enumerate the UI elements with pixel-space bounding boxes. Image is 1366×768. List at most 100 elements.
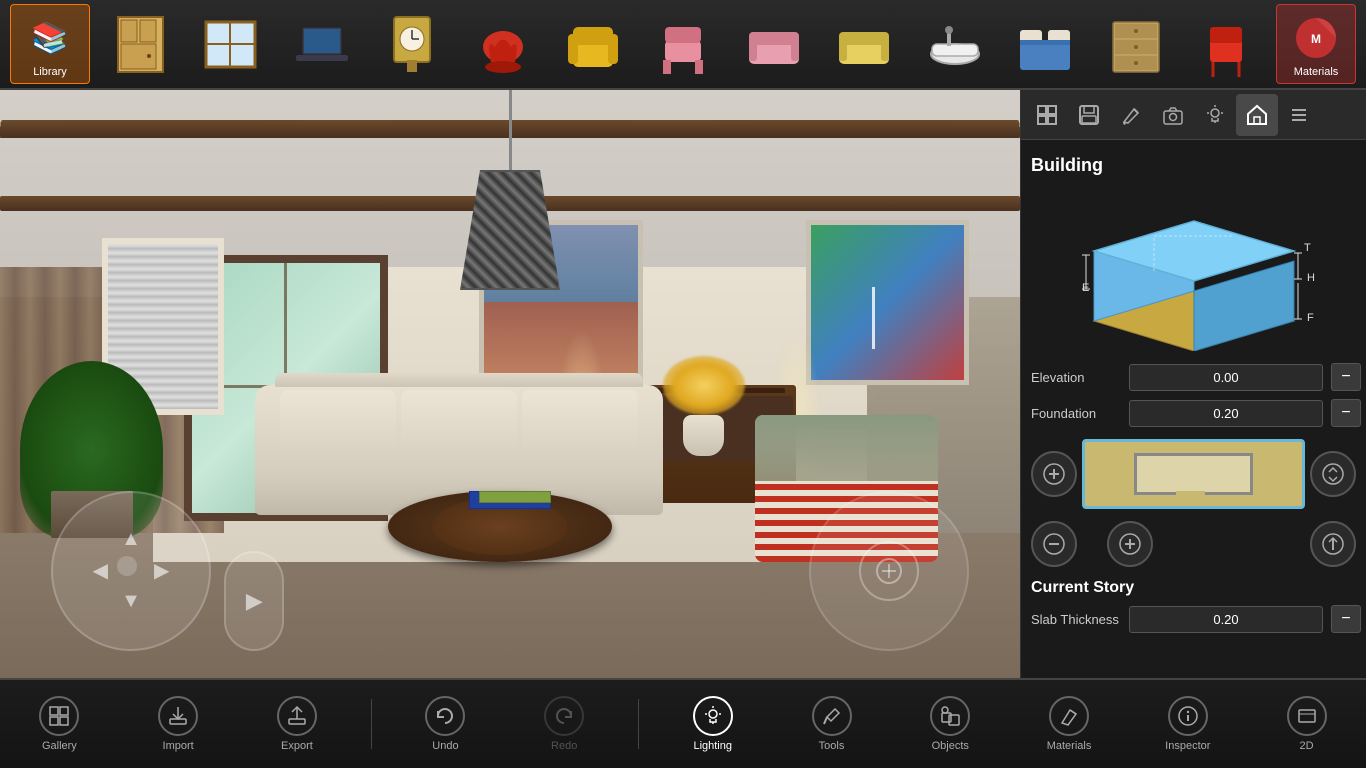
- tools-icon: [812, 696, 852, 736]
- furniture-bed[interactable]: [1010, 9, 1080, 79]
- import-label: Import: [163, 740, 194, 752]
- lighting-button[interactable]: Lighting: [668, 684, 758, 764]
- book2-on-table: [479, 491, 550, 503]
- foundation-row: Foundation − +: [1031, 399, 1356, 427]
- elevation-input[interactable]: [1129, 364, 1323, 391]
- svg-text:H: H: [1307, 272, 1315, 284]
- nav-down-arrow[interactable]: ▼: [117, 587, 146, 616]
- svg-text:F: F: [1307, 312, 1314, 324]
- tool-home[interactable]: [1236, 94, 1278, 136]
- gallery-button[interactable]: Gallery: [14, 684, 104, 764]
- building-diagram-svg: T H E F: [1054, 191, 1334, 351]
- furniture-strip: [90, 9, 1276, 79]
- furniture-laptop[interactable]: [286, 9, 356, 79]
- library-label: Library: [33, 66, 67, 78]
- tool-list[interactable]: [1278, 94, 1320, 136]
- action-buttons-row: [1031, 439, 1356, 509]
- top-bar: 📚 Library: [0, 0, 1366, 90]
- furniture-sofa-yellow[interactable]: [829, 9, 899, 79]
- flowers-vase: [663, 356, 745, 415]
- inspector-button[interactable]: Inspector: [1143, 684, 1233, 764]
- svg-text:M: M: [1311, 32, 1321, 46]
- tool-paint[interactable]: [1110, 94, 1152, 136]
- export-icon: [277, 696, 317, 736]
- undo-icon: [425, 696, 465, 736]
- slab-thickness-row: Slab Thickness − +: [1031, 605, 1356, 633]
- materials-bottom-label: Materials: [1047, 740, 1092, 752]
- separator-2: [638, 699, 639, 749]
- foundation-input[interactable]: [1129, 400, 1323, 427]
- nav-right-arrow[interactable]: ▶: [147, 556, 176, 585]
- elevation-label: Elevation: [1031, 370, 1121, 385]
- slab-thickness-label: Slab Thickness: [1031, 612, 1121, 627]
- tools-button[interactable]: Tools: [787, 684, 877, 764]
- slab-thickness-input[interactable]: [1129, 606, 1323, 633]
- delete-story-button[interactable]: [1310, 521, 1356, 567]
- redo-label: Redo: [551, 740, 577, 752]
- tools-label: Tools: [819, 740, 845, 752]
- furniture-armchair-yellow[interactable]: [557, 9, 627, 79]
- add-story-below-button[interactable]: [1107, 521, 1153, 567]
- objects-icon: [930, 696, 970, 736]
- tool-build[interactable]: [1026, 94, 1068, 136]
- import-button[interactable]: Import: [133, 684, 223, 764]
- objects-button[interactable]: Objects: [905, 684, 995, 764]
- furniture-chair-red2[interactable]: [1191, 9, 1261, 79]
- tool-save[interactable]: [1068, 94, 1110, 136]
- lighting-icon: [693, 696, 733, 736]
- viewport[interactable]: ▲ ◀ ▶ ▼ ▶: [0, 90, 1020, 680]
- tool-icons-bar: [1021, 90, 1366, 140]
- separator-1: [371, 699, 372, 749]
- export-button[interactable]: Export: [252, 684, 342, 764]
- slab-thickness-minus-button[interactable]: −: [1331, 605, 1361, 633]
- svg-text:T: T: [1304, 242, 1311, 254]
- tool-camera[interactable]: [1152, 94, 1194, 136]
- furniture-chair-red[interactable]: [467, 9, 537, 79]
- pendant-lamp: [460, 90, 560, 290]
- tool-light[interactable]: [1194, 94, 1236, 136]
- furniture-bathtub[interactable]: [919, 9, 989, 79]
- materials-bottom-button[interactable]: Materials: [1024, 684, 1114, 764]
- foundation-label: Foundation: [1031, 406, 1121, 421]
- floor-plan-preview: [1082, 439, 1305, 509]
- furniture-clock[interactable]: [377, 9, 447, 79]
- lighting-label: Lighting: [693, 740, 732, 752]
- furniture-chair-pink[interactable]: [648, 9, 718, 79]
- elevation-minus-button[interactable]: −: [1331, 363, 1361, 391]
- import-icon: [158, 696, 198, 736]
- nav-joystick-left[interactable]: ▲ ◀ ▶ ▼: [51, 491, 211, 651]
- move-story-down-button[interactable]: [1031, 521, 1077, 567]
- objects-label: Objects: [932, 740, 969, 752]
- furniture-dresser-top[interactable]: [1100, 9, 1170, 79]
- materials-top-button[interactable]: M Materials: [1276, 4, 1356, 84]
- add-story-option-button[interactable]: [1310, 451, 1356, 497]
- redo-button[interactable]: Redo: [519, 684, 609, 764]
- 2d-label: 2D: [1300, 740, 1314, 752]
- furniture-sofa-pink[interactable]: [738, 9, 808, 79]
- 2d-button[interactable]: 2D: [1262, 684, 1352, 764]
- foundation-minus-button[interactable]: −: [1331, 399, 1361, 427]
- add-story-above-button[interactable]: [1031, 451, 1077, 497]
- export-label: Export: [281, 740, 313, 752]
- nav-joystick-right[interactable]: [809, 491, 969, 651]
- gallery-label: Gallery: [42, 740, 77, 752]
- nav-forward-button[interactable]: ▶: [224, 551, 284, 651]
- painting-right: [806, 220, 969, 385]
- 2d-icon: [1287, 696, 1327, 736]
- library-button[interactable]: 📚 Library: [10, 4, 90, 84]
- building-diagram: T H E F: [1031, 188, 1356, 353]
- library-icon: 📚: [23, 11, 78, 66]
- nav-left-arrow[interactable]: ◀: [86, 556, 115, 585]
- nav-up-arrow[interactable]: ▲: [117, 526, 146, 555]
- right-panel: Building T H E F: [1020, 90, 1366, 680]
- room-scene: ▲ ◀ ▶ ▼ ▶: [0, 90, 1020, 680]
- nav-forward-icon: ▶: [246, 588, 263, 614]
- materials-bottom-icon: [1049, 696, 1089, 736]
- furniture-window[interactable]: [196, 9, 266, 79]
- furniture-door[interactable]: [105, 9, 175, 79]
- vase: [683, 415, 724, 456]
- gallery-icon: [39, 696, 79, 736]
- bottom-bar: Gallery Import Export Undo Redo Lighting: [0, 678, 1366, 768]
- undo-button[interactable]: Undo: [400, 684, 490, 764]
- materials-top-icon: M: [1289, 11, 1344, 66]
